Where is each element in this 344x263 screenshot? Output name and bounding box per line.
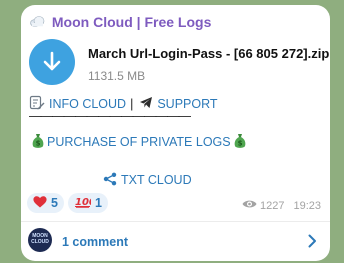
channel-title[interactable]: Moon Cloud | Free Logs [30, 14, 211, 30]
avatar: MOON CLOUD [28, 228, 52, 252]
cloud-icon [30, 14, 49, 30]
comments-label: 1 comment [62, 235, 128, 249]
avatar-text: MOON CLOUD [31, 233, 49, 245]
eye-icon [242, 199, 257, 212]
file-size: 1131.5 MB [88, 69, 146, 83]
text-divider: —————————————— [29, 109, 191, 123]
file-attachment[interactable]: March Url-Login-Pass - [66 805 272].zip … [29, 39, 329, 85]
view-count: 1227 [259, 199, 285, 212]
share-icon [103, 172, 117, 189]
file-name: March Url-Login-Pass - [66 805 272].zip [88, 46, 330, 61]
svg-text:$: $ [237, 139, 242, 147]
message-time: 19:23 [293, 199, 321, 212]
heart-icon [33, 195, 47, 211]
reaction-hundred[interactable]: 100 1 [67, 193, 108, 213]
download-arrow-icon [43, 51, 61, 71]
txt-cloud-row: TXT CLOUD [103, 171, 192, 189]
reaction-count: 1 [94, 196, 102, 210]
comments-button[interactable]: MOON CLOUD 1 comment [21, 222, 330, 261]
reactions-bar: 5 100 1 [27, 193, 112, 213]
channel-title-text: Moon Cloud | Free Logs [51, 14, 212, 30]
money-bag-icon: $ [32, 133, 44, 152]
purchase-row: $ PURCHASE OF PRIVATE LOGS $ [29, 132, 249, 152]
svg-text:$: $ [36, 139, 41, 147]
reaction-heart[interactable]: 5 [27, 193, 64, 213]
money-bag-icon: $ [234, 133, 246, 152]
reaction-count: 5 [51, 196, 58, 210]
chevron-right-icon [308, 234, 317, 253]
message-bubble: Moon Cloud | Free Logs March Url-Login-P… [21, 5, 330, 261]
hundred-points-icon: 100 [74, 195, 96, 211]
purchase-private-logs-link[interactable]: PURCHASE OF PRIVATE LOGS [47, 135, 231, 149]
message-meta: 1227 19:23 [242, 199, 321, 212]
download-button[interactable] [29, 39, 75, 85]
txt-cloud-link[interactable]: TXT CLOUD [121, 173, 192, 187]
